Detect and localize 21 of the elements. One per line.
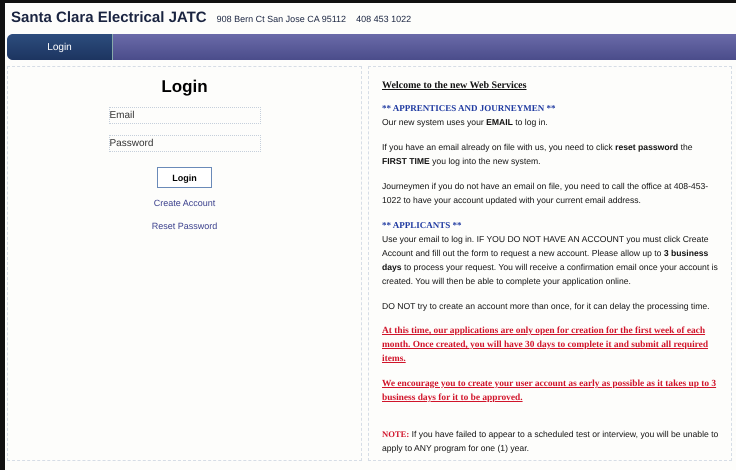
- site-title: Santa Clara Electrical JATC: [11, 9, 207, 26]
- section-heading: ** APPLICANTS **: [382, 219, 463, 232]
- notice-text: At this time, our applications are only open for creation for the first week of each month. Once created, you will have 30 days to complete it and submit all required items.: [382, 325, 710, 366]
- phone-text: 408 453 1022: [356, 14, 412, 24]
- paragraph: Journeymen if you do not have an email on file, you need to call the office at 408-453-1022 to have your account updated with your current email address.: [382, 180, 710, 207]
- nav-tab[interactable]: Login: [7, 34, 113, 60]
- paragraph: Our new system uses your EMAIL to log in.: [382, 116, 549, 129]
- link[interactable]: Create Account: [154, 198, 216, 208]
- welcome-heading: Welcome to the new Web Services: [382, 79, 528, 93]
- login-heading: Login: [161, 77, 208, 97]
- section-heading: ** APPRENTICES AND JOURNEYMEN **: [382, 102, 557, 115]
- address-text: 908 Bern Ct San Jose CA 95112: [216, 14, 346, 24]
- input-field[interactable]: Password: [108, 135, 260, 152]
- notice-text: We encourage you to create your user account as early as possible as it takes up to 3 business days for it to be approved.: [382, 378, 718, 405]
- link[interactable]: Reset Password: [152, 221, 218, 231]
- paragraph: If you have an email already on file with us, you need to click reset password the FIRST TIME you log into the new system.: [382, 141, 694, 168]
- input-field[interactable]: Email: [108, 107, 260, 124]
- note-text: NOTE: If you have failed to appear to a scheduled test or interview, you will be unable to apply to ANY program for one (1) year.: [382, 428, 719, 455]
- paragraph: Use your email to log in. IF YOU DO NOT HAVE AN ACCOUNT you must click Create Account and fill out the form to request a new account. Please allow up to 3 business days to process your request. You will receive a confirmation email once your account is created. You will then be able to complete your application online.: [382, 233, 719, 288]
- paragraph: DO NOT try to create an account more than once, for it can delay the processing time.: [382, 300, 711, 313]
- login-button[interactable]: Login: [157, 167, 212, 188]
